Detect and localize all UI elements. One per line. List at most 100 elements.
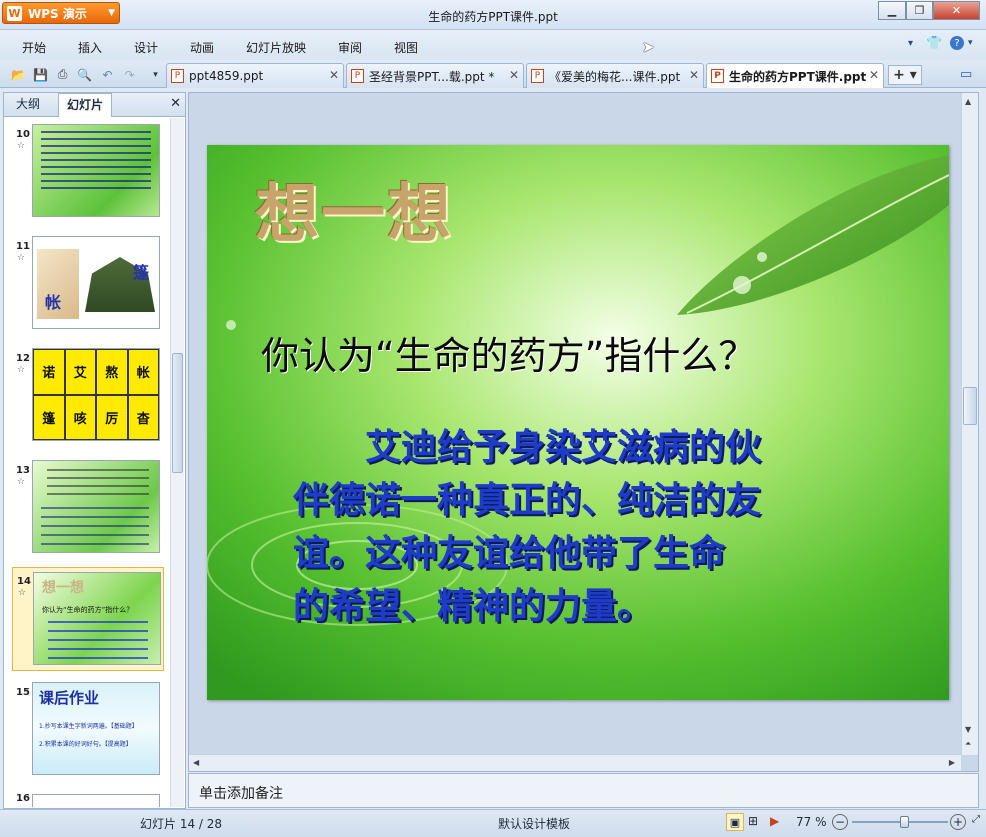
zoom-slider[interactable] [852,816,948,828]
ppt-file-icon: P [531,69,544,83]
tab-doc-1[interactable]: P ppt4859.ppt ✕ [166,63,344,88]
slide-thumb-12[interactable]: 12 ☆ 诺 艾 熬 帐 篷 咳 厉 杳 [4,345,169,445]
slide-thumb-13[interactable]: 13 ☆ [4,457,169,557]
slide-thumb-11[interactable]: 11 ☆ 篷 帐 [4,233,169,333]
save-icon[interactable]: 💾 [32,66,49,83]
fit-window-icon[interactable]: ⤢ [972,814,980,825]
thumb-text-lines [41,131,151,191]
skin-icon[interactable]: 👕 [926,36,942,51]
thumb-question: 你认为“生命的药方”指什么？ [42,606,134,614]
close-tab-icon[interactable]: ✕ [689,68,699,82]
slides-panel: 大纲 幻灯片 ✕ 10 ☆ 11 ☆ 篷 帐 12 ☆ 诺 艾 熬 帐 篷 咳 … [3,92,186,809]
grid-cell: 诺 [33,349,65,395]
notes-placeholder: 单击添加备注 [199,786,283,802]
grid-cell: 帐 [127,349,159,395]
menu-slideshow[interactable]: 幻灯片放映 [246,39,306,56]
thumb-item: 2.积累本课的好词好句。【提高题】 [39,741,132,748]
zoom-in-icon[interactable]: + [950,814,966,830]
thumb-item: 1.抄写本课生字新词两遍。【基础题】 [39,723,138,730]
editor-vertical-scrollbar[interactable]: ▲ ▼ ⏶ [961,93,978,755]
thumb-char: 篷 [133,263,150,282]
close-panel-icon[interactable]: ✕ [170,96,181,111]
open-folder-icon[interactable]: 📂 [10,66,27,83]
thumb-text-lines [47,469,149,495]
close-tab-icon[interactable]: ✕ [509,68,519,82]
close-tab-icon[interactable]: ✕ [329,68,339,82]
slide-thumb-10[interactable]: 10 ☆ [4,121,169,221]
normal-view-button[interactable]: ▣ [726,813,744,831]
print-preview-icon[interactable]: 🔍 [76,66,93,83]
help-icon[interactable]: ? [950,36,964,50]
menu-animation[interactable]: 动画 [190,39,214,56]
thumb-text-lines [48,621,148,659]
tab-slides[interactable]: 幻灯片 [58,93,113,117]
slideshow-view-icon[interactable]: ▶ [770,814,779,828]
thumb-title: 课后作业 [39,689,100,707]
scroll-right-icon[interactable]: ▶ [949,758,955,767]
redo-icon[interactable]: ↷ [121,66,138,83]
notes-pane[interactable]: 单击添加备注 [188,773,979,808]
panel-scrollbar[interactable] [170,118,184,807]
tab-label: ppt4859.ppt [189,69,264,83]
tab-doc-4-active[interactable]: P 生命的药方PPT课件.ppt ✕ [706,63,884,88]
ribbon-menu-bar: 开始 插入 设计 动画 幻灯片放映 审阅 视图 ➤ ▾ 👕 ? ▾ [0,30,986,60]
restore-button[interactable]: ❐ [906,1,933,20]
scroll-left-icon[interactable]: ◀ [193,758,199,767]
help-dropdown-icon[interactable]: ▾ [968,38,973,48]
close-tab-icon[interactable]: ✕ [869,68,879,82]
menu-start[interactable]: 开始 [22,39,46,56]
grid-cell: 咳 [64,394,96,440]
close-window-button[interactable]: ✕ [933,1,980,20]
undo-icon[interactable]: ↶ [99,66,116,83]
minimize-button[interactable]: ▁ [878,1,906,20]
scroll-down-icon[interactable]: ▼ [965,725,971,734]
mouse-cursor-icon: ➤ [642,38,655,56]
tab-outline[interactable]: 大纲 [8,93,48,117]
panel-tabs: 大纲 幻灯片 ✕ [4,93,185,117]
zoom-out-icon[interactable]: − [832,814,848,830]
new-tab-button[interactable]: + ▾ [888,65,922,85]
thumb-text-lines [41,507,149,547]
menu-insert[interactable]: 插入 [78,39,102,56]
thumb-preview: 篷 帐 [32,236,160,329]
thumb-title: 想一想 [42,580,84,596]
zoom-slider-knob[interactable] [900,816,910,828]
scroll-up-icon[interactable]: ▲ [965,97,971,106]
design-template: 默认设计模板 [498,817,571,831]
prev-slide-icon[interactable]: ⏶ [965,739,971,749]
answer-line: 的希望、精神的力量。 [293,586,654,627]
grid-cell: 艾 [64,349,96,395]
slide-thumb-16[interactable]: 16 [4,791,169,807]
menu-design[interactable]: 设计 [134,39,158,56]
tab-label: 《爱美的梅花...课件.ppt [549,69,681,84]
char-grid: 诺 艾 熬 帐 篷 咳 厉 杳 [33,349,159,440]
tab-layout-icon[interactable]: ▭ [960,67,972,82]
answer-line: 艾迪给予身染艾滋病的伙 [365,427,762,468]
menu-view[interactable]: 视图 [394,39,418,56]
thumb-preview: 想一想 你认为“生命的药方”指什么？ [33,572,161,665]
menu-review[interactable]: 审阅 [338,39,362,56]
ribbon-collapse-icon[interactable]: ▾ [908,38,913,49]
minimize-icon: ▁ [887,4,897,17]
print-icon[interactable]: ⎙ [54,66,71,83]
animation-star-icon: ☆ [17,477,26,487]
editor-horizontal-scrollbar[interactable]: ◀ ▶ [189,754,961,771]
tab-doc-3[interactable]: P 《爱美的梅花...课件.ppt ✕ [526,63,704,88]
customize-toolbar-icon[interactable]: ▾ [147,66,164,83]
scrollbar-thumb[interactable] [963,387,977,425]
status-bar: 幻灯片 14 / 28 默认设计模板 ▣ ⊞ ▶ 77 % − + ⤢ [0,809,986,837]
tab-doc-2[interactable]: P 圣经背景PPT...载.ppt * ✕ [346,63,524,88]
tab-label: 圣经背景PPT...载.ppt * [369,69,495,84]
slide-canvas[interactable]: 想一想 你认为“生命的药方”指什么？ 艾迪给予身染艾滋病的伙 伴德诺一种真正的、… [207,145,949,700]
grid-cell: 篷 [33,394,65,440]
tab-label: 生命的药方PPT课件.ppt [729,69,867,84]
sorter-view-icon[interactable]: ⊞ [748,814,758,828]
slide-number: 16 [16,793,30,804]
slide-thumb-14-selected[interactable]: 14 ☆ 想一想 你认为“生命的药方”指什么？ [12,567,164,671]
slide-number: 13 [16,465,30,476]
slide-counter: 幻灯片 14 / 28 [140,817,223,831]
slide-thumb-15[interactable]: 15 课后作业 1.抄写本课生字新词两遍。【基础题】 2.积累本课的好词好句。【… [4,679,169,779]
scrollbar-thumb[interactable] [172,353,183,473]
animation-star-icon: ☆ [18,588,27,598]
slide-number: 12 [16,353,30,364]
